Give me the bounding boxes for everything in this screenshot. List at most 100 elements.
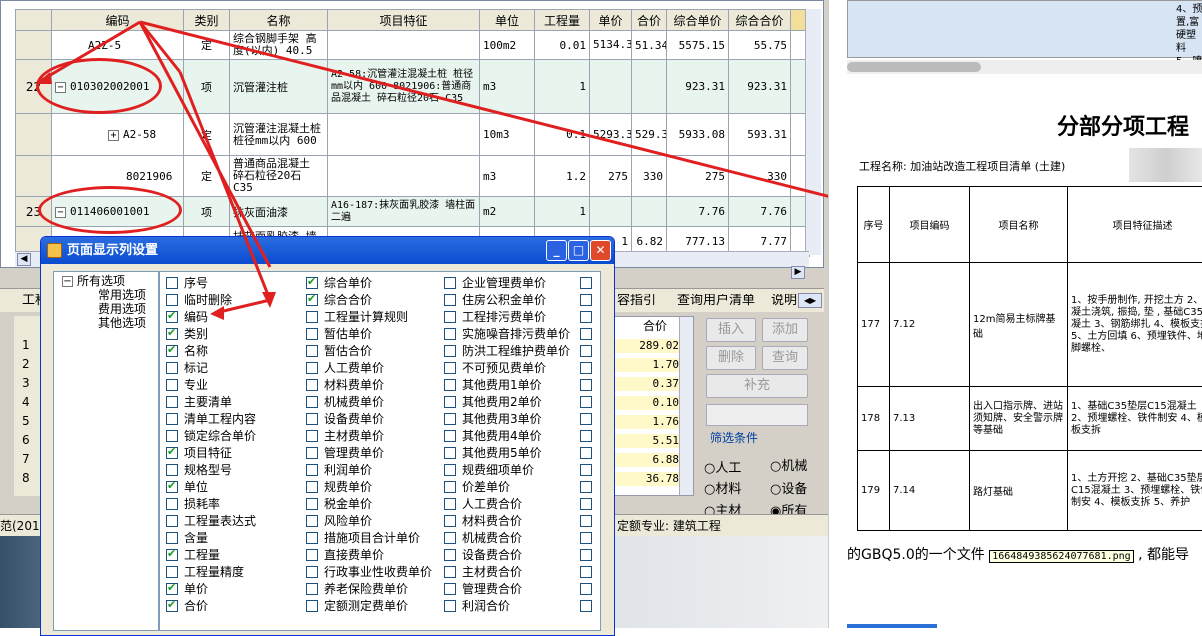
- price-cell[interactable]: [590, 60, 632, 114]
- subgrid-value[interactable]: 5.51: [615, 434, 679, 448]
- tree-root[interactable]: −所有选项: [62, 274, 125, 288]
- subgrid-value[interactable]: 1.76: [615, 415, 679, 429]
- qty-cell[interactable]: 1.2: [535, 156, 590, 197]
- maximize-icon[interactable]: □: [568, 240, 589, 261]
- column-checkbox[interactable]: [166, 464, 178, 476]
- header-name[interactable]: 名称: [230, 10, 328, 31]
- name-cell[interactable]: 沉管灌注混凝土桩 桩径mm以内 600: [230, 114, 328, 156]
- header-code[interactable]: 编码: [52, 10, 184, 31]
- utotal-cell[interactable]: 923.31: [729, 60, 791, 114]
- column-checkbox[interactable]: [306, 328, 318, 340]
- header-price[interactable]: 单价: [590, 10, 632, 31]
- total-cell[interactable]: 529.33: [632, 114, 667, 156]
- column-checkbox[interactable]: [580, 481, 592, 493]
- header-total[interactable]: 合价: [632, 10, 667, 31]
- unit-cell[interactable]: 10m3: [480, 114, 535, 156]
- total-cell[interactable]: [632, 197, 667, 227]
- header-qty[interactable]: 工程量: [535, 10, 590, 31]
- column-checkbox[interactable]: [306, 464, 318, 476]
- tree-others[interactable]: 其他选项: [98, 316, 146, 330]
- dialog-titlebar[interactable]: 页面显示列设置 _ □ ✕: [41, 237, 614, 264]
- column-checkbox[interactable]: [580, 294, 592, 306]
- price-cell[interactable]: 275: [590, 156, 632, 197]
- column-checkbox[interactable]: [306, 481, 318, 493]
- unit-cell[interactable]: m3: [480, 156, 535, 197]
- column-checkbox[interactable]: [306, 362, 318, 374]
- feature-cell[interactable]: A2-58:沉管灌注混凝土桩 桩径mm以内 600 8021906:普通商品混凝…: [328, 60, 480, 114]
- column-checkbox[interactable]: [166, 311, 178, 323]
- column-checkbox[interactable]: [580, 532, 592, 544]
- column-checkbox[interactable]: [166, 379, 178, 391]
- utotal-cell[interactable]: 55.75: [729, 31, 791, 60]
- column-checkbox[interactable]: [166, 396, 178, 408]
- column-checkbox[interactable]: [580, 600, 592, 612]
- column-checkbox[interactable]: [444, 498, 456, 510]
- insert-button[interactable]: 插入: [706, 318, 756, 342]
- supplement-button[interactable]: 补充: [706, 374, 808, 398]
- filter-input[interactable]: [706, 404, 808, 426]
- feature-cell[interactable]: A16-187:抹灰面乳胶漆 墙柱面 二遍: [328, 197, 480, 227]
- column-checkbox[interactable]: [444, 311, 456, 323]
- table-row[interactable]: +A2-58 定 沉管灌注混凝土桩 桩径mm以内 600 10m3 0.1 52…: [16, 114, 810, 156]
- column-checkbox[interactable]: [444, 515, 456, 527]
- utotal-cell[interactable]: 593.31: [729, 114, 791, 156]
- column-checkbox[interactable]: [580, 311, 592, 323]
- column-checkbox[interactable]: [444, 277, 456, 289]
- vertical-scrollbar[interactable]: [805, 9, 821, 255]
- uprice-cell[interactable]: 5575.15: [667, 31, 729, 60]
- tab-user-list[interactable]: 查询用户清单: [677, 294, 755, 308]
- utotal-cell[interactable]: 330: [729, 156, 791, 197]
- qty-cell[interactable]: 0.01: [535, 31, 590, 60]
- column-checkbox[interactable]: [166, 566, 178, 578]
- add-button[interactable]: 添加: [762, 318, 808, 342]
- column-checkbox[interactable]: [580, 498, 592, 510]
- column-checkbox[interactable]: [580, 515, 592, 527]
- unit-cell[interactable]: m2: [480, 197, 535, 227]
- scroll-right-icon[interactable]: ▶: [791, 266, 805, 279]
- column-checkbox[interactable]: [580, 277, 592, 289]
- column-checkbox[interactable]: [306, 294, 318, 306]
- header-unit[interactable]: 单位: [480, 10, 535, 31]
- unit-cell[interactable]: 100m2: [480, 31, 535, 60]
- uprice-cell[interactable]: 5933.08: [667, 114, 729, 156]
- column-checkbox[interactable]: [166, 430, 178, 442]
- column-checkbox[interactable]: [306, 549, 318, 561]
- qty-cell[interactable]: 0.1: [535, 114, 590, 156]
- column-checkbox[interactable]: [166, 277, 178, 289]
- column-checkbox[interactable]: [580, 549, 592, 561]
- type-cell[interactable]: 定: [184, 31, 230, 60]
- header-utotal[interactable]: 综合合价: [729, 10, 791, 31]
- close-icon[interactable]: ✕: [590, 240, 611, 261]
- delete-button[interactable]: 删除: [706, 346, 756, 370]
- column-checkbox[interactable]: [166, 447, 178, 459]
- tab-scroll-arrows-icon[interactable]: ◀▶: [798, 293, 822, 308]
- column-checkbox[interactable]: [166, 481, 178, 493]
- column-checkbox[interactable]: [444, 549, 456, 561]
- column-checkbox[interactable]: [580, 566, 592, 578]
- column-checkbox[interactable]: [306, 413, 318, 425]
- column-checkbox[interactable]: [444, 464, 456, 476]
- column-checkbox[interactable]: [580, 583, 592, 595]
- column-checkbox[interactable]: [166, 413, 178, 425]
- column-checkbox[interactable]: [306, 447, 318, 459]
- header-type[interactable]: 类别: [184, 10, 230, 31]
- total-cell[interactable]: 330: [632, 156, 667, 197]
- column-checkbox[interactable]: [166, 345, 178, 357]
- column-checkbox[interactable]: [444, 362, 456, 374]
- name-cell[interactable]: 抹灰面油漆: [230, 197, 328, 227]
- subgrid-value[interactable]: 0.10: [615, 396, 679, 410]
- feature-cell[interactable]: [328, 114, 480, 156]
- column-checkbox[interactable]: [166, 498, 178, 510]
- column-checkbox[interactable]: [306, 430, 318, 442]
- column-checkbox[interactable]: [580, 430, 592, 442]
- utotal-cell[interactable]: 7.76: [729, 197, 791, 227]
- feature-cell[interactable]: [328, 31, 480, 60]
- code-cell[interactable]: A2Z-5: [52, 31, 184, 60]
- column-checkbox[interactable]: [306, 498, 318, 510]
- tree-fees[interactable]: 费用选项: [98, 302, 146, 316]
- subgrid-value[interactable]: 289.02: [615, 339, 679, 353]
- name-cell[interactable]: 沉管灌注桩: [230, 60, 328, 114]
- code-cell[interactable]: +A2-58: [52, 114, 184, 156]
- column-checkbox[interactable]: [444, 328, 456, 340]
- tab-description[interactable]: 说明: [771, 294, 797, 308]
